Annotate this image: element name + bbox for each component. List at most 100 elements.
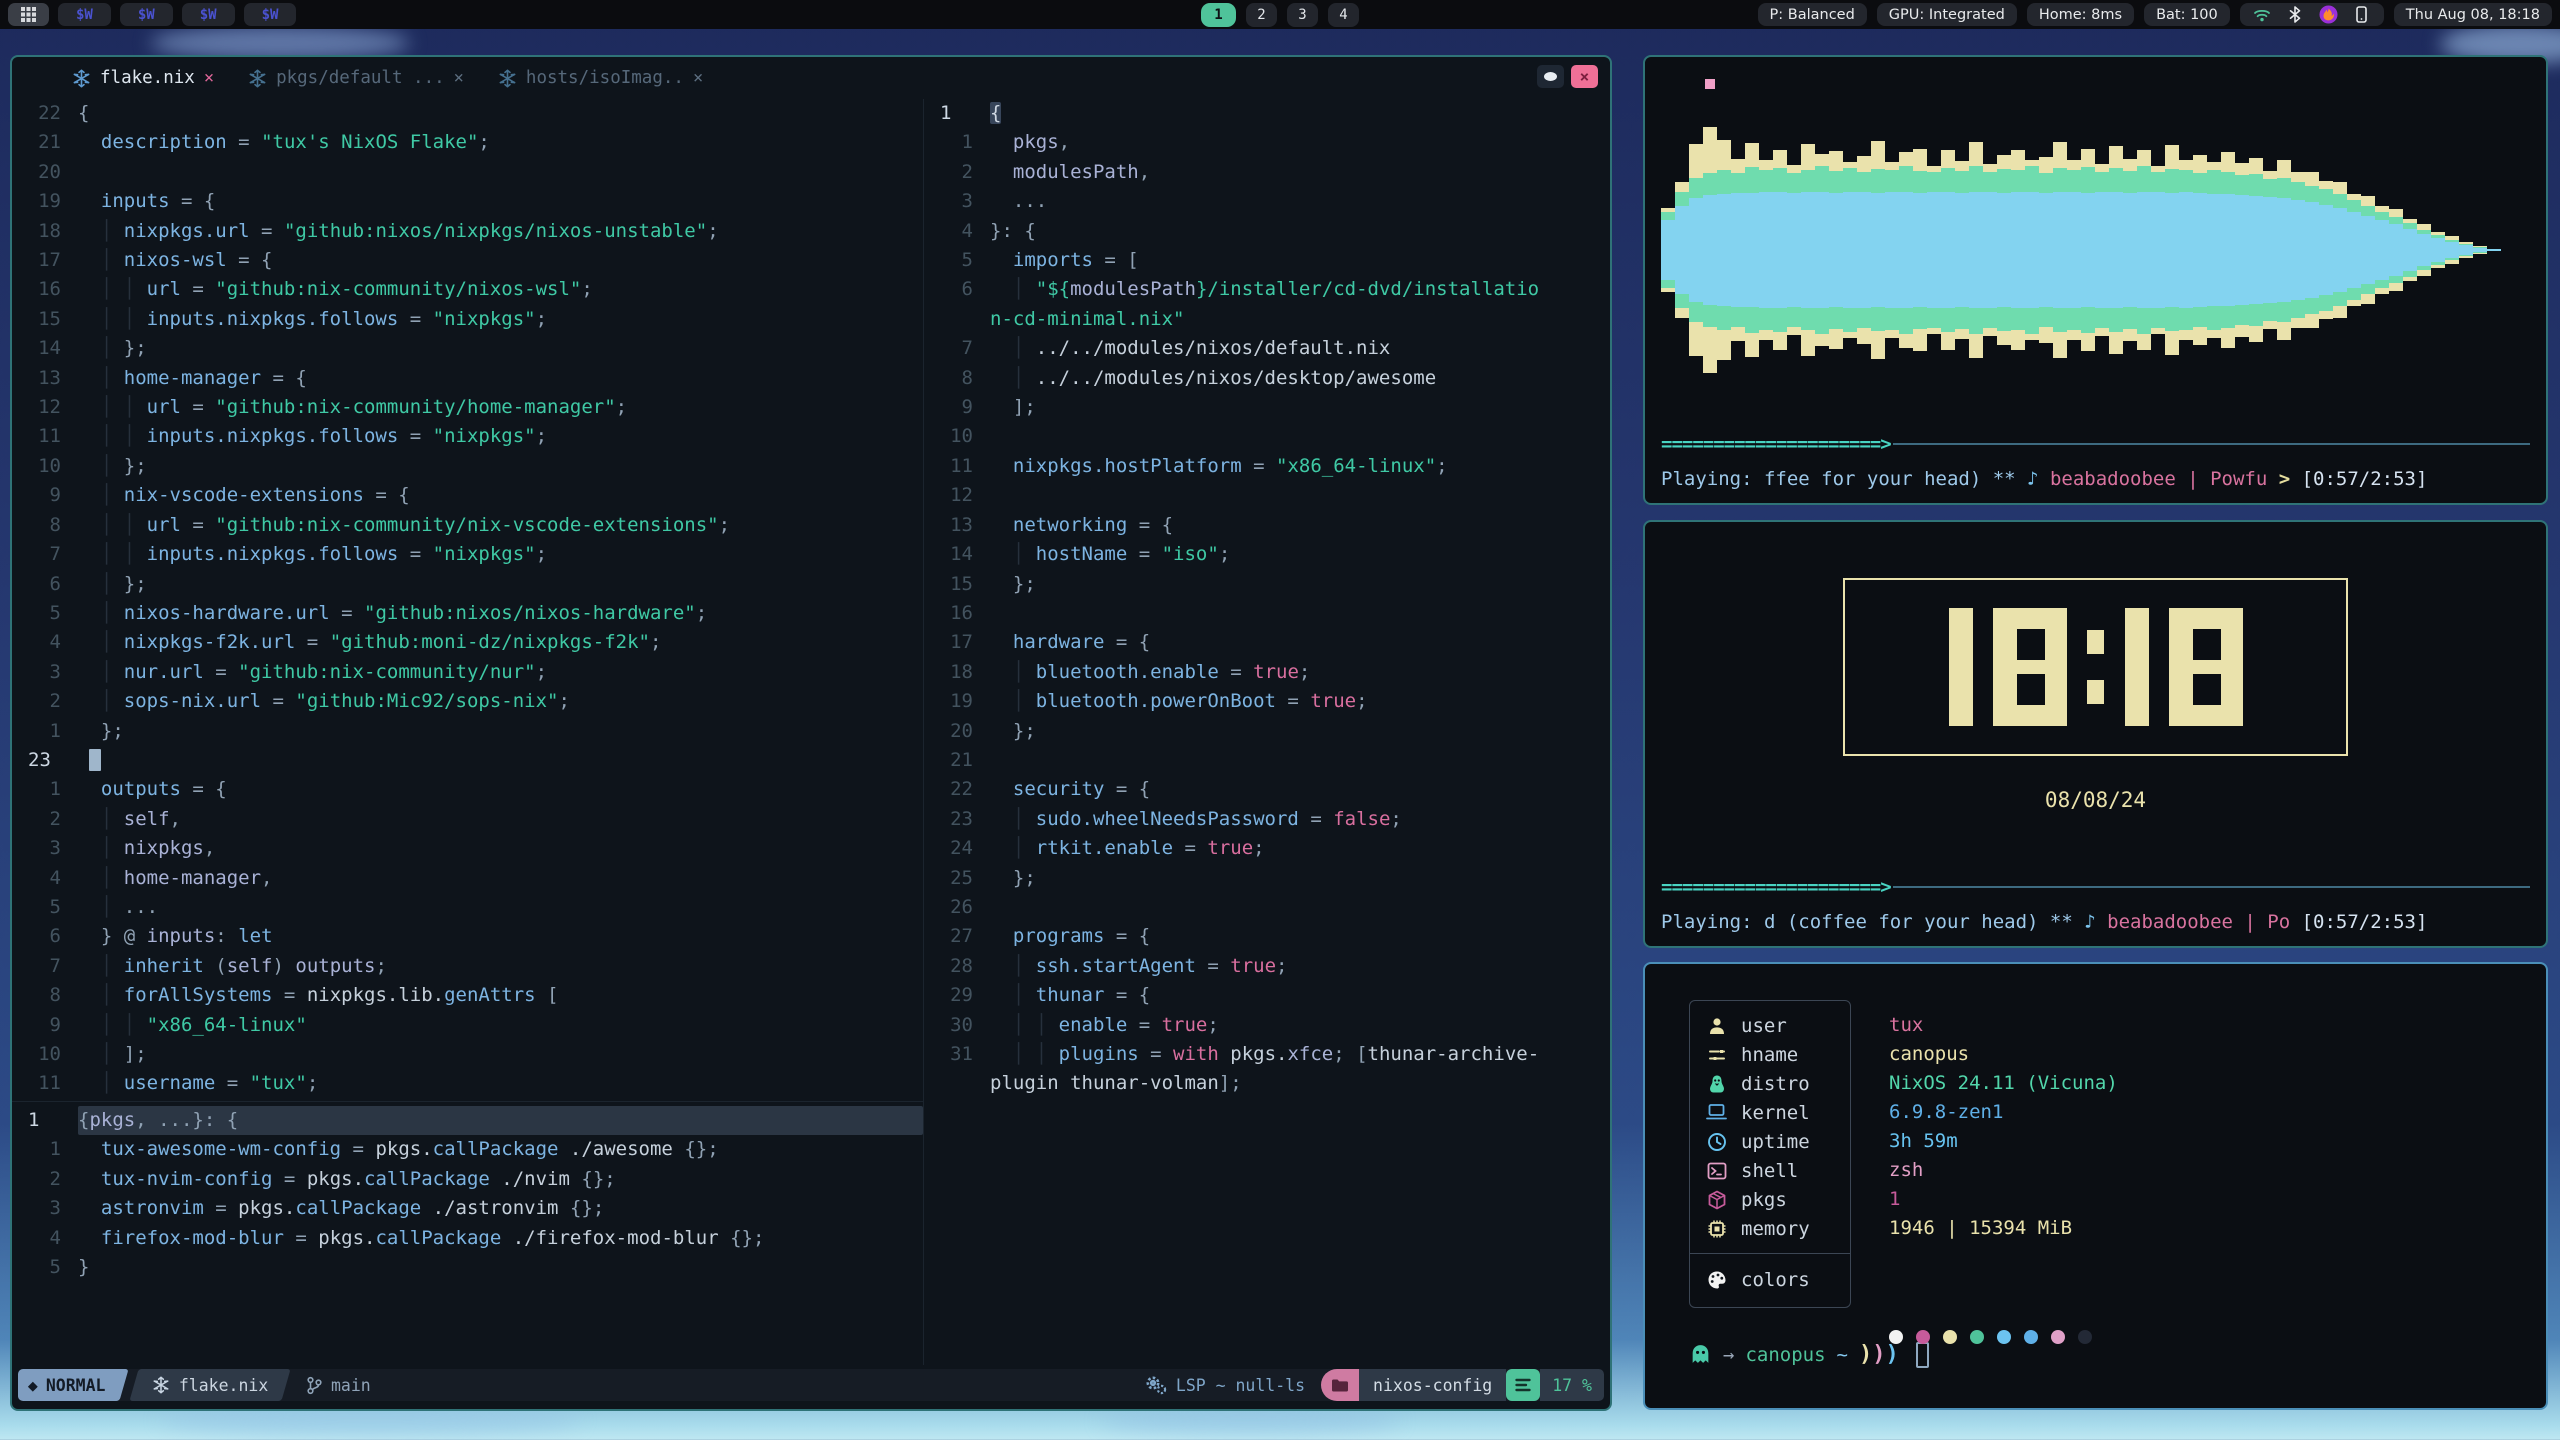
waveform-column (2011, 71, 2025, 429)
line-number: 6 (12, 570, 78, 599)
workspace-button-3[interactable]: $W (182, 3, 235, 26)
git-branch[interactable]: main (306, 1376, 371, 1395)
line-number: 24 (924, 834, 990, 863)
code-line: 8 │ ../../modules/nixos/desktop/awesome (924, 364, 1610, 393)
code-text: inputs = { (78, 187, 923, 216)
track-progress[interactable]: =====================> (1645, 872, 2546, 902)
code-text: }; (990, 864, 1610, 893)
code-text: firefox-mod-blur = pkgs.callPackage ./fi… (78, 1224, 923, 1253)
code-line: 19 │ bluetooth.powerOnBoot = true; (924, 687, 1610, 716)
workspace-button-1[interactable]: $W (58, 3, 111, 26)
playing-text: Playing: ffee for your head) ** (1661, 468, 2027, 490)
network-icon[interactable] (2252, 4, 2273, 25)
project-segment[interactable]: nixos-config (1359, 1369, 1506, 1401)
file-segment[interactable]: flake.nix (129, 1369, 291, 1401)
battery-label: Bat: 100 (2156, 7, 2218, 23)
code-text (990, 599, 1610, 628)
tag-4[interactable]: 4 (1328, 3, 1359, 27)
line-number: 1 (12, 775, 78, 804)
code-line: 4 │ home-manager, (12, 864, 923, 893)
code-text: │ thunar = { (990, 981, 1610, 1010)
datetime-pill[interactable]: Thu Aug 08, 18:18 (2394, 3, 2552, 26)
close-icon: × (1580, 67, 1590, 86)
code-text: │ │ plugins = with pkgs.xfce; [thunar-ar… (990, 1040, 1610, 1069)
code-line: 4 │ nixpkgs-f2k.url = "github:moni-dz/ni… (12, 628, 923, 657)
tab-hosts-isoimage[interactable]: hosts/isoImag.. × (498, 68, 703, 88)
workspace-button-2[interactable]: $W (120, 3, 173, 26)
ping-pill[interactable]: Home: 8ms (2027, 3, 2134, 26)
track-progress[interactable]: =====================> (1645, 429, 2546, 459)
code-line: 26 (924, 893, 1610, 922)
line-number: 3 (924, 187, 990, 216)
clock-digit (1949, 608, 1973, 726)
tab-close-icon[interactable]: × (693, 68, 703, 88)
editor-splits: 22{21 description = "tux's NixOS Flake";… (12, 99, 1610, 1365)
code-line: 24 │ rtkit.enable = true; (924, 834, 1610, 863)
shell-prompt[interactable]: → canopus ~ ))) (1689, 1342, 2546, 1368)
toggle-button[interactable] (1537, 65, 1564, 88)
bluetooth-icon[interactable] (2285, 4, 2306, 25)
tab-close-icon[interactable]: × (204, 68, 214, 88)
code-line: 3 │ nixpkgs, (12, 834, 923, 863)
waveform-column (2263, 71, 2277, 429)
line-number: 21 (12, 128, 78, 157)
palette-dot (1889, 1330, 1903, 1344)
tag-3[interactable]: 3 (1287, 3, 1318, 27)
pkgs-default-pane[interactable]: 1{pkgs, ...}: {1 tux-awesome-wm-config =… (12, 1101, 923, 1365)
fetch-labels-box: userhnamedistrokerneluptimeshellpkgsmemo… (1689, 1000, 1851, 1254)
power-profile-pill[interactable]: P: Balanced (1758, 3, 1867, 26)
fetch-label: user (1741, 1015, 1787, 1037)
now-playing: Playing: d (coffee for your head) ** ♪ b… (1645, 902, 2546, 942)
list-icon (1515, 1378, 1531, 1392)
track-time: [0:57/2:53] (2302, 911, 2428, 933)
line-number: 13 (12, 364, 78, 393)
gpu-pill[interactable]: GPU: Integrated (1877, 3, 2017, 26)
code-line: 3 ... (924, 187, 1610, 216)
tab-flake-nix[interactable]: flake.nix × (72, 68, 214, 88)
line-number: 26 (924, 893, 990, 922)
palette-dot (1916, 1330, 1930, 1344)
phone-icon[interactable] (2351, 4, 2372, 25)
fetch-row: user (1690, 1011, 1850, 1040)
code-text (78, 746, 923, 775)
line-number: 1 (12, 1106, 78, 1135)
workspace-button-4[interactable]: $W (244, 3, 297, 26)
waveform-column (2025, 71, 2039, 429)
code-line: 23 │ sudo.wheelNeedsPassword = false; (924, 805, 1610, 834)
code-text: { (990, 99, 1610, 128)
percent-label: 17 % (1552, 1376, 1592, 1395)
code-line: 17 │ nixos-wsl = { (12, 246, 923, 275)
waveform-column (2417, 71, 2431, 429)
line-number: 20 (12, 158, 78, 187)
flake-nix-pane[interactable]: 22{21 description = "tux's NixOS Flake";… (12, 99, 923, 1101)
launcher-button[interactable] (8, 3, 49, 26)
code-text: │ ../../modules/nixos/default.nix (990, 334, 1610, 363)
code-line: 22 security = { (924, 775, 1610, 804)
tab-label: flake.nix (100, 68, 195, 88)
line-number: 9 (12, 1011, 78, 1040)
tab-pkgs-default[interactable]: pkgs/default ... × (248, 68, 464, 88)
waveform (1645, 57, 2546, 429)
angle-icon: > (2279, 468, 2302, 490)
line-number: 31 (924, 1040, 990, 1069)
tag-1[interactable]: 1 (1201, 3, 1236, 27)
code-line: 2 │ self, (12, 805, 923, 834)
shell-icon (1706, 1160, 1727, 1181)
colors-label: colors (1741, 1269, 1810, 1291)
media-player-icon[interactable] (2318, 4, 2339, 25)
waveform-column (1997, 71, 2011, 429)
iso-image-pane[interactable]: 1{1 pkgs,2 modulesPath,3 ...4}: {5 impor… (924, 99, 1610, 1365)
wallpaper-cloud (1100, 1408, 1400, 1434)
lsp-label: LSP ~ null-ls (1176, 1376, 1305, 1395)
battery-pill[interactable]: Bat: 100 (2144, 3, 2230, 26)
system-fetch: userhnamedistrokerneluptimeshellpkgsmemo… (1689, 1000, 2546, 1308)
close-button[interactable]: × (1571, 65, 1598, 88)
terminal-window[interactable]: userhnamedistrokerneluptimeshellpkgsmemo… (1643, 962, 2548, 1410)
line-number: 10 (924, 422, 990, 451)
tab-close-icon[interactable]: × (454, 68, 464, 88)
tag-2[interactable]: 2 (1246, 3, 1277, 27)
terminal-cursor[interactable] (1916, 1342, 1929, 1368)
waveform-column (1829, 71, 1843, 429)
line-number: 13 (924, 511, 990, 540)
code-line: 22{ (12, 99, 923, 128)
